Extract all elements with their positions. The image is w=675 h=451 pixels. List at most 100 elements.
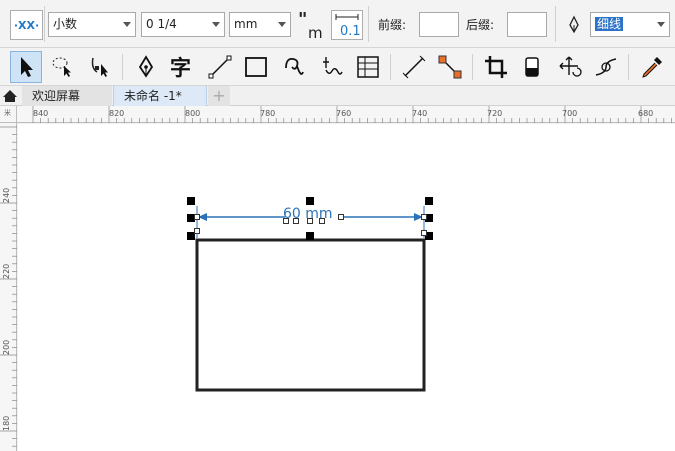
vertical-ruler-ticks	[0, 126, 17, 447]
app-window: ·XX· 小数 0 1/4 mm " m 0.1 前缀: 后缀: 细线 字 欢迎…	[0, 0, 675, 451]
dimension-style-dropdown[interactable]: 小数	[48, 12, 136, 37]
crop-tool-button[interactable]	[480, 51, 512, 83]
outline-pen-button[interactable]	[565, 15, 583, 35]
eraser-tool-icon	[525, 57, 539, 77]
ruler-label: 700	[562, 109, 578, 118]
toolbox: 字	[0, 48, 675, 86]
property-bar: ·XX· 小数 0 1/4 mm " m 0.1 前缀: 后缀: 细线	[0, 0, 675, 48]
text-position-icon: 0.1	[335, 14, 361, 39]
tab-welcome[interactable]: 欢迎屏幕	[22, 86, 112, 106]
dimension-style-value: 小数	[53, 17, 78, 31]
prefix-label: 前缀:	[378, 18, 407, 32]
dimension-tool-button[interactable]	[398, 51, 430, 83]
dimension-node[interactable]	[194, 228, 200, 234]
pen-tool-icon	[138, 55, 154, 78]
pick-tool-icon	[21, 57, 33, 77]
eyedropper-tool-icon	[642, 57, 662, 78]
table-tool-button[interactable]	[352, 51, 384, 83]
artistic-media-button[interactable]	[316, 51, 348, 83]
line-tool-button[interactable]	[204, 51, 236, 83]
eraser-tool-button[interactable]	[516, 51, 548, 83]
freehand-pick-icon	[52, 57, 71, 77]
show-units-icon: " m	[298, 9, 323, 42]
blend-tool-icon	[595, 58, 617, 76]
prefix-input[interactable]	[419, 12, 459, 37]
transform-tool-icon	[559, 56, 582, 77]
dimension-node[interactable]	[194, 214, 200, 220]
selection-handle[interactable]	[306, 232, 314, 240]
artistic-media-icon	[323, 57, 343, 75]
text-position-value: 0.1	[340, 24, 361, 39]
tab-document[interactable]: 未命名 -1*	[113, 86, 207, 106]
svg-text:": "	[298, 10, 307, 30]
chevron-down-icon	[123, 22, 131, 27]
ruler-label: 720	[487, 109, 503, 118]
ruler-corner[interactable]: 米	[0, 106, 17, 123]
svg-text:m: m	[308, 24, 323, 40]
show-units-button[interactable]: " m	[295, 9, 327, 42]
eyedropper-tool-button[interactable]	[636, 51, 668, 83]
dimension-node[interactable]	[319, 218, 325, 224]
ruler-label: 200	[2, 339, 11, 355]
text-tool-button[interactable]: 字	[166, 51, 198, 83]
dimension-style-button[interactable]: ·XX·	[10, 10, 43, 40]
vertical-ruler[interactable]: 240 220 200 180	[0, 123, 17, 451]
connector-tool-button[interactable]	[434, 51, 466, 83]
transform-tool-button[interactable]	[554, 51, 586, 83]
plus-icon: +	[212, 86, 226, 105]
dimension-node[interactable]	[283, 218, 289, 224]
ruler-label: 180	[2, 415, 11, 431]
connector-tool-icon	[438, 55, 462, 79]
chevron-down-icon	[278, 22, 286, 27]
chevron-down-icon	[212, 22, 220, 27]
shape-tool-button[interactable]	[84, 51, 116, 83]
table-tool-icon	[357, 56, 379, 78]
dimension-tool-icon	[402, 55, 426, 79]
spiral-tool-button[interactable]	[278, 51, 310, 83]
spiral-tool-icon	[285, 58, 304, 75]
units-value: mm	[234, 17, 258, 31]
svg-text:字: 字	[170, 56, 191, 80]
document-tabs: 欢迎屏幕 未命名 -1* +	[0, 86, 675, 106]
drawing-canvas[interactable]: 60 mm	[18, 124, 675, 451]
rectangle-tool-button[interactable]	[240, 51, 272, 83]
canvas-drawing	[195, 206, 426, 392]
selection-handle[interactable]	[187, 197, 195, 205]
ruler-label: 780	[260, 109, 276, 118]
precision-dropdown[interactable]: 0 1/4	[141, 12, 225, 37]
rectangle-shape[interactable]	[195, 238, 426, 392]
pick-tool-button[interactable]	[10, 51, 42, 83]
suffix-input[interactable]	[507, 12, 547, 37]
add-tab-button[interactable]: +	[208, 86, 230, 106]
selection-handle[interactable]	[306, 197, 314, 205]
text-position-button[interactable]: 0.1	[331, 10, 363, 40]
dimension-node[interactable]	[307, 218, 313, 224]
selection-handle[interactable]	[425, 197, 433, 205]
units-dropdown[interactable]: mm	[229, 12, 291, 37]
ruler-label: 840	[33, 109, 49, 118]
chevron-down-icon	[657, 22, 665, 27]
dimension-node[interactable]	[338, 214, 344, 220]
dimension-style-icon: ·XX·	[13, 18, 40, 32]
dimension-node[interactable]	[293, 218, 299, 224]
text-tool-icon: 字	[170, 56, 191, 80]
ruler-label: 680	[638, 109, 654, 118]
dimension-node[interactable]	[421, 214, 427, 220]
pen-tool-button[interactable]	[130, 51, 162, 83]
freehand-pick-button[interactable]	[46, 51, 78, 83]
home-button[interactable]	[0, 86, 20, 106]
ruler-label: 760	[336, 109, 352, 118]
shape-tool-icon	[91, 57, 108, 77]
crop-tool-icon	[485, 56, 507, 78]
rectangle-tool-icon	[245, 57, 267, 77]
tab-document-label: 未命名 -1*	[124, 89, 182, 103]
ruler-label: 820	[109, 109, 125, 118]
home-icon	[3, 90, 17, 102]
line-tool-icon	[208, 55, 232, 79]
outline-width-dropdown[interactable]: 细线	[590, 12, 670, 37]
blend-tool-button[interactable]	[590, 51, 622, 83]
precision-value: 0 1/4	[146, 17, 177, 31]
horizontal-ruler[interactable]: 840 820 800 780 760 740 720 700 680	[17, 106, 675, 123]
dimension-node[interactable]	[421, 230, 427, 236]
ruler-label: 800	[185, 109, 201, 118]
